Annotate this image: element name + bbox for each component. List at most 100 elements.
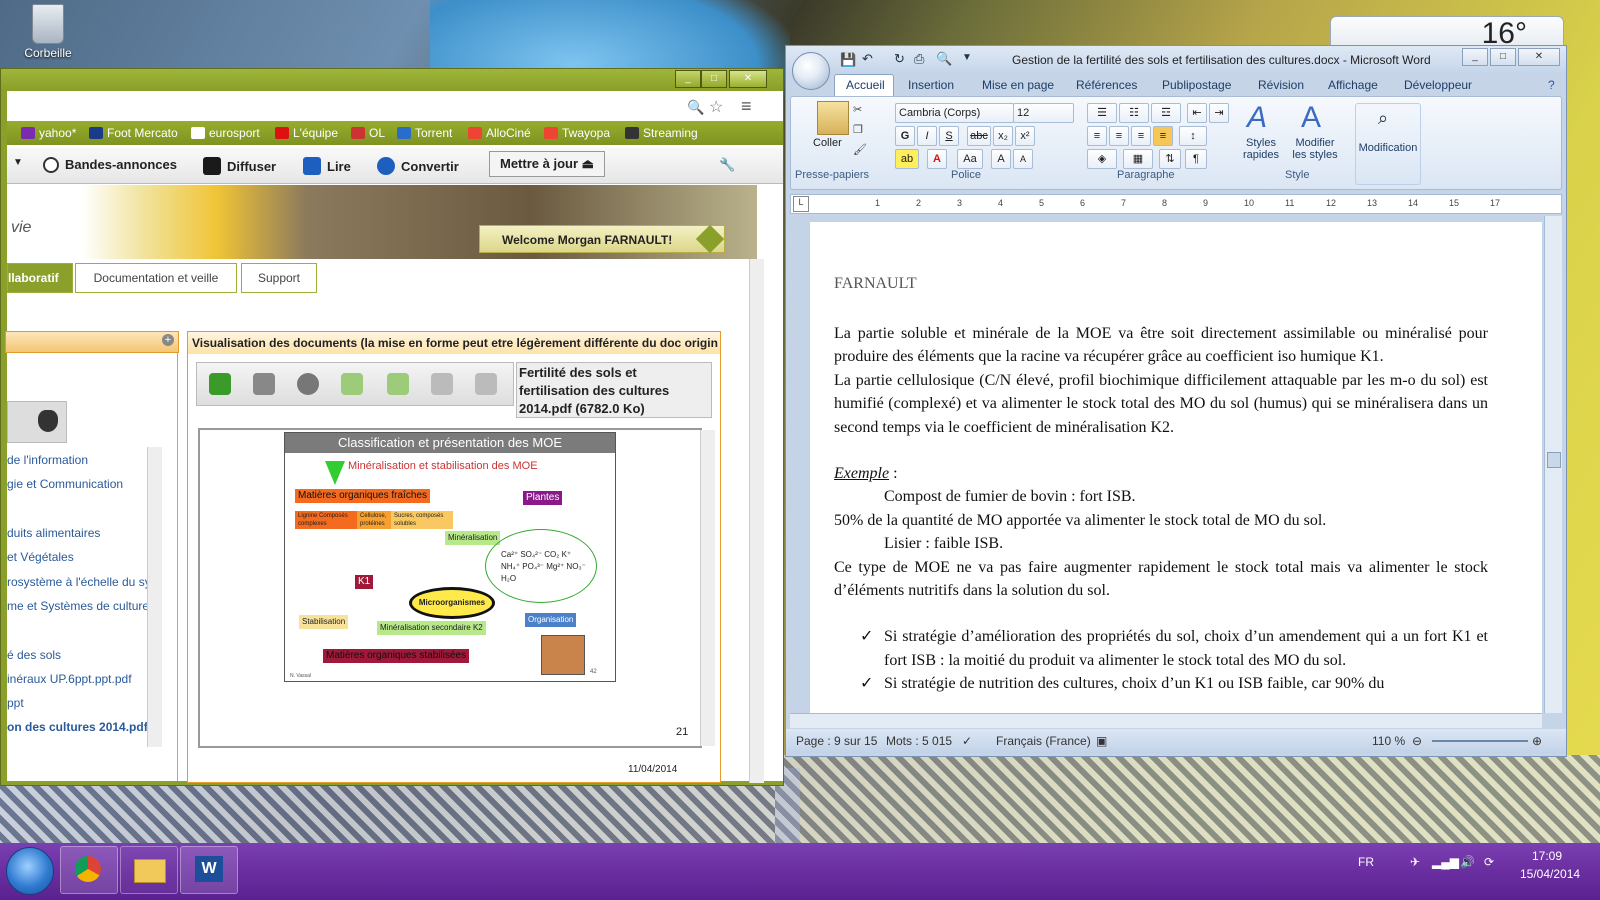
paste-icon[interactable] [817, 101, 849, 135]
language-indicator[interactable]: FR [1358, 855, 1374, 869]
format-painter-icon[interactable]: 🖌 [853, 143, 867, 156]
broadcast-button[interactable]: Diffuser [203, 157, 276, 175]
tab-insertion[interactable]: Insertion [908, 78, 954, 92]
language[interactable]: Français (France) [996, 734, 1091, 748]
taskbar-explorer[interactable] [120, 846, 178, 894]
pdf-viewer[interactable]: Classification et présentation des MOE M… [198, 428, 715, 748]
list-item[interactable]: gie et Communication [7, 477, 123, 491]
arrow-left-icon[interactable] [431, 373, 453, 395]
expand-icon[interactable]: + [162, 334, 174, 346]
start-button[interactable] [6, 847, 54, 895]
align-right-button[interactable]: ≡ [1131, 126, 1151, 146]
taskbar-word[interactable]: W [180, 846, 238, 894]
line-spacing-button[interactable]: ↕ [1179, 126, 1207, 146]
viewer-scrollbar[interactable] [700, 430, 715, 746]
list-item[interactable]: inéraux UP.6ppt.ppt.pdf [7, 672, 132, 686]
tab-accueil[interactable]: Accueil [846, 78, 885, 92]
tab-mise-en-page[interactable]: Mise en page [982, 78, 1054, 92]
change-styles-button[interactable]: Modifier les styles [1287, 137, 1343, 161]
scroll-thumb[interactable] [1547, 452, 1561, 468]
italic-button[interactable]: I [917, 126, 937, 146]
office-button[interactable] [792, 52, 830, 90]
bookmark-eurosport[interactable]: eurosport [191, 126, 260, 140]
document-area[interactable]: FARNAULT La partie soluble et minérale d… [790, 216, 1542, 713]
zoom-slider[interactable] [1432, 740, 1528, 742]
font-size-select[interactable]: 12 [1013, 103, 1074, 123]
align-center-button[interactable]: ≡ [1109, 126, 1129, 146]
zoom-out-icon[interactable]: ⊖ [1412, 734, 1422, 748]
star-icon[interactable]: ☆ [709, 97, 723, 117]
tab-documentation[interactable]: Documentation et veille [75, 263, 237, 293]
search-icon[interactable]: 🔍 [687, 99, 704, 116]
editing-group[interactable]: ⌕ Modification [1355, 103, 1421, 185]
word-title-bar[interactable]: Gestion de la fertilité des sols et fert… [786, 46, 1566, 74]
tab-publipostage[interactable]: Publipostage [1162, 78, 1231, 92]
mask-icon[interactable] [38, 410, 58, 432]
chevron-down-icon[interactable]: ▼ [962, 52, 972, 63]
preview-icon[interactable]: 🔍 [936, 51, 952, 67]
network-icon[interactable]: ✈ [1410, 855, 1420, 869]
multilevel-button[interactable]: ☲ [1151, 103, 1181, 123]
decrease-indent-button[interactable]: ⇤ [1187, 103, 1207, 123]
superscript-button[interactable]: x² [1015, 126, 1035, 146]
arrow-right-icon[interactable] [475, 373, 497, 395]
bookmark-torrent[interactable]: Torrent [397, 126, 452, 140]
quick-styles-icon[interactable]: A [1247, 101, 1267, 135]
numbering-button[interactable]: ☷ [1119, 103, 1149, 123]
maximize-button[interactable]: □ [1490, 48, 1516, 66]
chevron-down-icon[interactable]: ▼ [13, 157, 23, 168]
page-count[interactable]: Page : 9 sur 15 [796, 734, 877, 748]
help-icon[interactable]: ? [1548, 78, 1555, 92]
menu-icon[interactable]: ≡ [741, 96, 752, 117]
horizontal-scrollbar[interactable] [790, 713, 1542, 728]
list-item[interactable]: duits alimentaires [7, 526, 100, 540]
change-styles-icon[interactable]: A [1301, 101, 1321, 135]
close-button[interactable]: ✕ [729, 70, 767, 88]
bookmark-lequipe[interactable]: L'équipe [275, 126, 338, 140]
increase-indent-button[interactable]: ⇥ [1209, 103, 1229, 123]
undo-icon[interactable]: ↶ [862, 51, 873, 67]
underline-button[interactable]: S [939, 126, 959, 146]
volume-icon[interactable]: 🔊 [1460, 855, 1475, 869]
bookmark-ol[interactable]: OL [351, 126, 385, 140]
tab-collaboratif[interactable]: llaboratif [7, 263, 73, 293]
minimize-button[interactable]: _ [675, 70, 701, 88]
sort-button[interactable]: ⇅ [1159, 149, 1181, 169]
print-icon[interactable]: ⎙ [914, 51, 924, 67]
subscript-button[interactable]: x₂ [993, 126, 1013, 146]
grow-font-button[interactable]: A [991, 149, 1011, 169]
justify-button[interactable]: ≡ [1153, 126, 1173, 146]
trailers-button[interactable]: Bandes-annonces [43, 157, 177, 173]
browser-title-bar[interactable]: _ □ ✕ [1, 69, 783, 91]
bookmark-twayopa[interactable]: Twayopa [544, 126, 610, 140]
horizontal-ruler[interactable]: L 1 2 3 4 5 6 7 8 9 10 11 12 13 14 15 17 [790, 194, 1562, 214]
word-count[interactable]: Mots : 5 015 [886, 734, 952, 748]
bold-button[interactable]: G [895, 126, 915, 146]
macro-icon[interactable]: ▣ [1096, 734, 1107, 748]
paste-button[interactable]: Coller [813, 137, 842, 149]
list-item[interactable]: ppt [7, 696, 24, 710]
upload-icon[interactable] [253, 373, 275, 395]
shading-button[interactable]: ◈ [1087, 149, 1117, 169]
align-left-button[interactable]: ≡ [1087, 126, 1107, 146]
bookmark-foot-mercato[interactable]: Foot Mercato [89, 126, 178, 140]
tab-developpeur[interactable]: Développeur [1404, 78, 1472, 92]
list-item-selected[interactable]: on des cultures 2014.pdf [7, 720, 148, 734]
highlight-button[interactable]: ab [895, 149, 919, 169]
redo-icon[interactable]: ↻ [894, 51, 905, 67]
strikethrough-button[interactable]: abc [967, 126, 991, 146]
browser-scrollbar[interactable] [749, 259, 764, 783]
recycle-bin-icon[interactable]: Corbeille [20, 4, 76, 60]
minimize-button[interactable]: _ [1462, 48, 1488, 66]
bullets-button[interactable]: ☰ [1087, 103, 1117, 123]
cut-icon[interactable]: ✂ [853, 103, 862, 116]
address-bar[interactable]: 🔍 ☆ ≡ [7, 93, 777, 122]
zoom-in-icon[interactable]: ⊕ [1532, 734, 1542, 748]
shrink-font-button[interactable]: A [1013, 149, 1033, 169]
list-item[interactable]: me et Systèmes de culture [7, 599, 149, 613]
maximize-button[interactable]: □ [701, 70, 727, 88]
save-icon[interactable]: 💾 [840, 52, 856, 68]
left-scrollbar[interactable] [147, 447, 162, 747]
signal-icon[interactable]: ▂▄▆ [1432, 855, 1459, 869]
play-button[interactable]: Lire [303, 157, 351, 175]
